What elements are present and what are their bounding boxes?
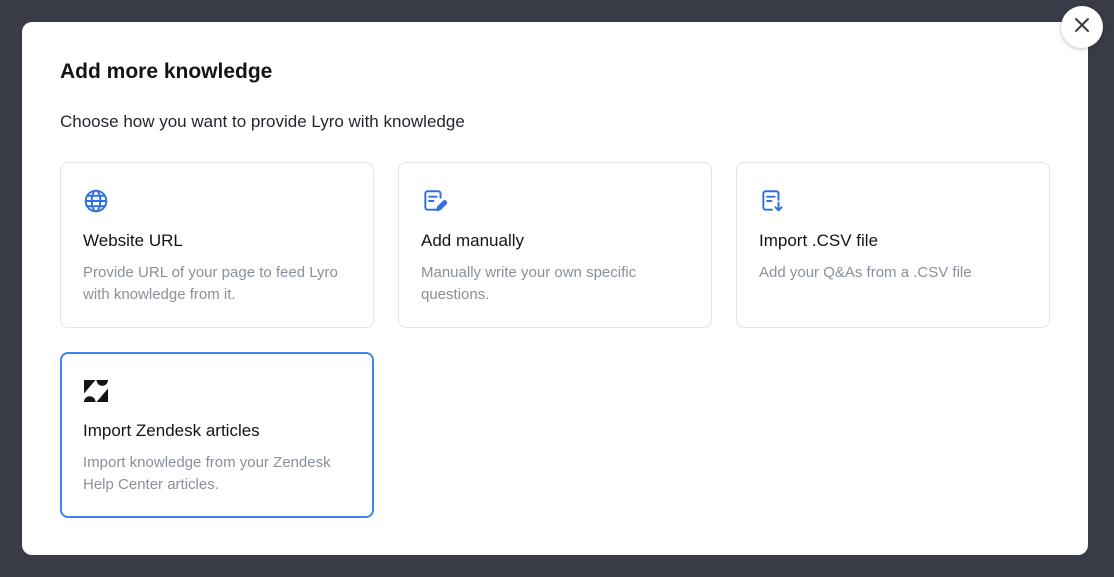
option-description: Import knowledge from your Zendesk Help …: [83, 454, 331, 493]
add-knowledge-modal: Add more knowledge Choose how you want t…: [22, 22, 1088, 555]
close-button[interactable]: [1061, 6, 1103, 48]
option-description: Add your Q&As from a .CSV file: [759, 264, 972, 281]
option-title: Import Zendesk articles: [83, 421, 260, 440]
option-card-add-manually[interactable]: Add manually Manually write your own spe…: [398, 162, 712, 328]
option-card-import-zendesk[interactable]: Import Zendesk articles Import knowledge…: [60, 352, 374, 518]
import-file-icon: [759, 187, 787, 215]
option-title: Add manually: [421, 231, 525, 250]
option-title: Website URL: [83, 231, 183, 250]
edit-document-icon: [421, 187, 449, 215]
zendesk-logo-icon: [83, 377, 111, 405]
globe-icon: [83, 187, 111, 215]
option-description: Manually write your own specific questio…: [421, 264, 637, 303]
modal-title: Add more knowledge: [60, 60, 273, 83]
modal-subtitle: Choose how you want to provide Lyro with…: [60, 112, 465, 131]
option-card-import-csv[interactable]: Import .CSV file Add your Q&As from a .C…: [736, 162, 1050, 328]
option-title: Import .CSV file: [759, 231, 879, 250]
close-icon: [1073, 16, 1091, 39]
option-description: Provide URL of your page to feed Lyro wi…: [83, 264, 338, 303]
option-card-website-url[interactable]: Website URL Provide URL of your page to …: [60, 162, 374, 328]
